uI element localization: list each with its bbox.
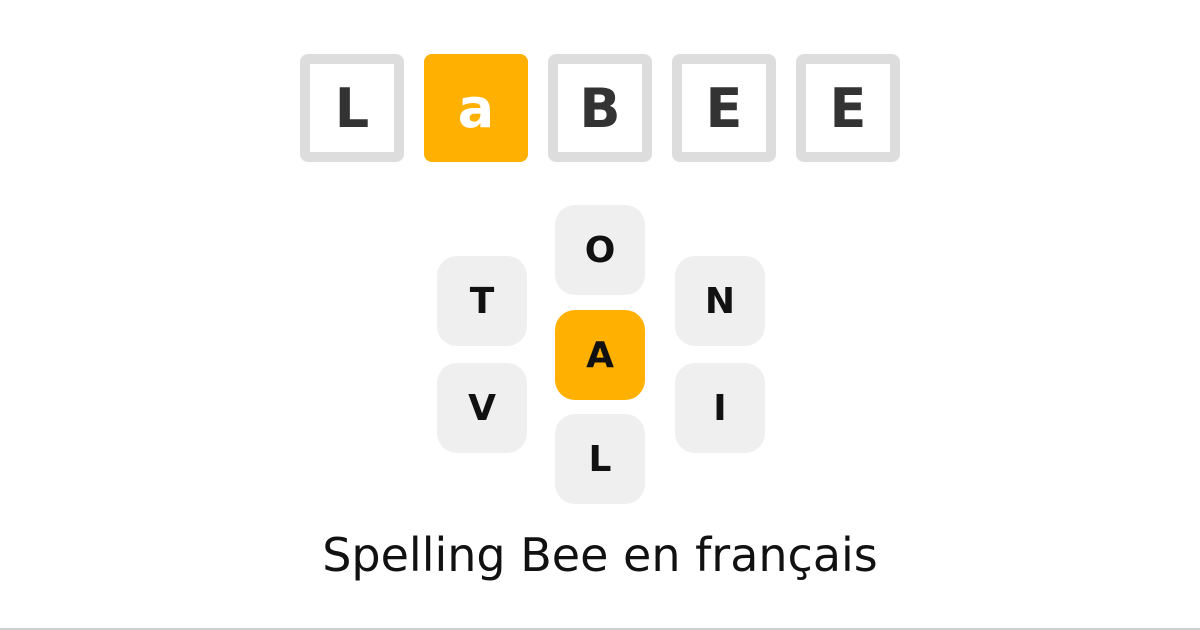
letter-tile-top[interactable]: O [555, 205, 645, 295]
logo-tile-5: E [796, 54, 900, 162]
game-caption: Spelling Bee en français [322, 528, 878, 582]
letter-tile-lower-left[interactable]: V [437, 363, 527, 453]
letter-tile-lower-right[interactable]: I [675, 363, 765, 453]
letter-tile-bottom[interactable]: L [555, 414, 645, 504]
letter-tile-upper-right[interactable]: N [675, 256, 765, 346]
center-letter-tile[interactable]: A [555, 310, 645, 400]
logo-tile-4: E [672, 54, 776, 162]
logo-tile-1: L [300, 54, 404, 162]
logo-tile-3: B [548, 54, 652, 162]
letter-tile-upper-left[interactable]: T [437, 256, 527, 346]
logo-tile-2-highlighted: a [424, 54, 528, 162]
